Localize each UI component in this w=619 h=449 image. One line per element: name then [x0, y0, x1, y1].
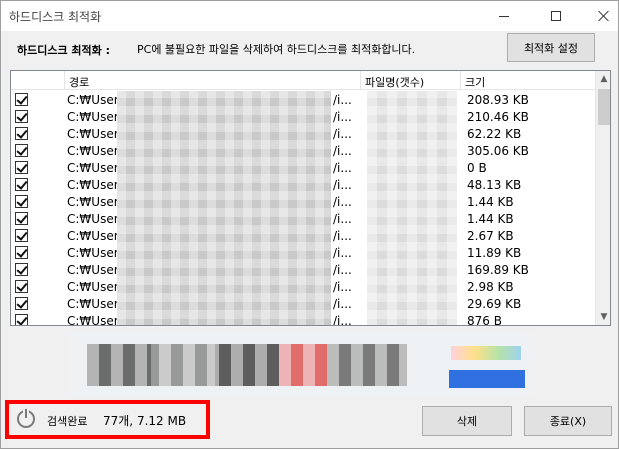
row-path: C:₩User — [67, 195, 119, 209]
optimize-settings-button[interactable]: 최적화 설정 — [507, 33, 595, 62]
row-path: C:₩User — [67, 212, 119, 226]
maximize-button[interactable] — [533, 1, 579, 31]
row-path-tail: /i... — [333, 161, 352, 175]
row-path-tail: /i... — [333, 127, 352, 141]
row-path: C:₩User — [67, 127, 119, 141]
row-size: 62.22 KB — [467, 127, 522, 141]
row-path-tail: /i... — [333, 212, 352, 226]
row-size: 1.44 KB — [467, 212, 514, 226]
minimize-icon — [499, 15, 509, 17]
exit-button[interactable]: 종료(X) — [524, 406, 612, 436]
redacted-path-area — [117, 91, 331, 325]
row-path: C:₩User — [67, 144, 119, 158]
column-header-check[interactable] — [11, 71, 65, 90]
row-size: 169.89 KB — [467, 263, 529, 277]
delete-button[interactable]: 삭제 — [422, 406, 512, 436]
row-checkbox[interactable] — [15, 161, 28, 174]
title-bar: 하드디스크 최적화 — [1, 1, 618, 31]
row-path: C:₩User — [67, 314, 119, 326]
row-checkbox[interactable] — [15, 110, 28, 123]
ad-banner[interactable] — [67, 334, 535, 394]
row-checkbox[interactable] — [15, 314, 28, 325]
row-path: C:₩User — [67, 93, 119, 107]
row-path: C:₩User — [67, 161, 119, 175]
maximize-icon — [551, 11, 561, 21]
row-path-tail: /i... — [333, 314, 352, 326]
row-checkbox[interactable] — [15, 263, 28, 276]
row-size: 2.67 KB — [467, 229, 514, 243]
row-checkbox[interactable] — [15, 297, 28, 310]
row-path-tail: /i... — [333, 144, 352, 158]
power-icon — [17, 409, 35, 428]
row-path-tail: /i... — [333, 297, 352, 311]
row-size: 876 B — [467, 314, 502, 326]
minimize-button[interactable] — [481, 1, 527, 31]
row-path: C:₩User — [67, 110, 119, 124]
close-window-button[interactable] — [581, 1, 619, 31]
row-checkbox[interactable] — [15, 280, 28, 293]
row-path: C:₩User — [67, 229, 119, 243]
vertical-scrollbar[interactable]: ▲ ▼ — [595, 71, 610, 325]
section-description: PC에 불필요한 파일을 삭제하여 하드디스크를 최적화합니다. — [137, 43, 416, 56]
row-path-tail: /i... — [333, 229, 352, 243]
row-size: 208.93 KB — [467, 93, 529, 107]
banner-image — [87, 344, 407, 386]
row-path: C:₩User — [67, 178, 119, 192]
row-path: C:₩User — [67, 280, 119, 294]
window-title: 하드디스크 최적화 — [9, 10, 102, 24]
row-path: C:₩User — [67, 263, 119, 277]
row-path-tail: /i... — [333, 93, 352, 107]
row-size: 210.46 KB — [467, 110, 529, 124]
row-size: 29.69 KB — [467, 297, 522, 311]
row-checkbox[interactable] — [15, 127, 28, 140]
row-path-tail: /i... — [333, 195, 352, 209]
row-path-tail: /i... — [333, 280, 352, 294]
banner-cta[interactable] — [449, 370, 525, 388]
row-checkbox[interactable] — [15, 246, 28, 259]
row-path-tail: /i... — [333, 246, 352, 260]
row-size: 11.89 KB — [467, 246, 522, 260]
column-header-size[interactable]: 크기 — [461, 71, 595, 90]
column-header-path[interactable]: 경로 — [65, 71, 361, 90]
banner-color-bar — [451, 346, 521, 360]
redacted-filename-area — [367, 91, 457, 325]
column-header-filename[interactable]: 파일명(갯수) — [361, 71, 461, 90]
status-label: 검색완료 — [47, 415, 88, 428]
list-header: 경로 파일명(갯수) 크기 — [11, 71, 595, 90]
row-checkbox[interactable] — [15, 93, 28, 106]
row-path-tail: /i... — [333, 110, 352, 124]
row-checkbox[interactable] — [15, 229, 28, 242]
row-size: 0 B — [467, 161, 487, 175]
file-list[interactable]: 경로 파일명(갯수) 크기 C:₩User/i... 208.93 KB C:₩Us… — [10, 70, 611, 326]
scroll-up-icon[interactable]: ▲ — [596, 71, 610, 87]
row-size: 2.98 KB — [467, 280, 514, 294]
status-value: 77개, 7.12 MB — [103, 414, 187, 428]
row-path: C:₩User — [67, 297, 119, 311]
optimizer-window: 하드디스크 최적화 하드디스크 최적화 : PC에 불필요한 파일을 삭제하여 … — [0, 0, 619, 449]
row-path: C:₩User — [67, 246, 119, 260]
close-icon — [598, 10, 610, 22]
status-box: 검색완료 77개, 7.12 MB — [5, 400, 210, 439]
row-path-tail: /i... — [333, 178, 352, 192]
row-checkbox[interactable] — [15, 212, 28, 225]
row-checkbox[interactable] — [15, 178, 28, 191]
row-size: 48.13 KB — [467, 178, 522, 192]
scroll-thumb[interactable] — [598, 89, 610, 125]
row-checkbox[interactable] — [15, 144, 28, 157]
scroll-down-icon[interactable]: ▼ — [596, 309, 610, 325]
row-path-tail: /i... — [333, 263, 352, 277]
row-checkbox[interactable] — [15, 195, 28, 208]
row-size: 305.06 KB — [467, 144, 529, 158]
row-size: 1.44 KB — [467, 195, 514, 209]
section-label: 하드디스크 최적화 : — [17, 44, 111, 57]
